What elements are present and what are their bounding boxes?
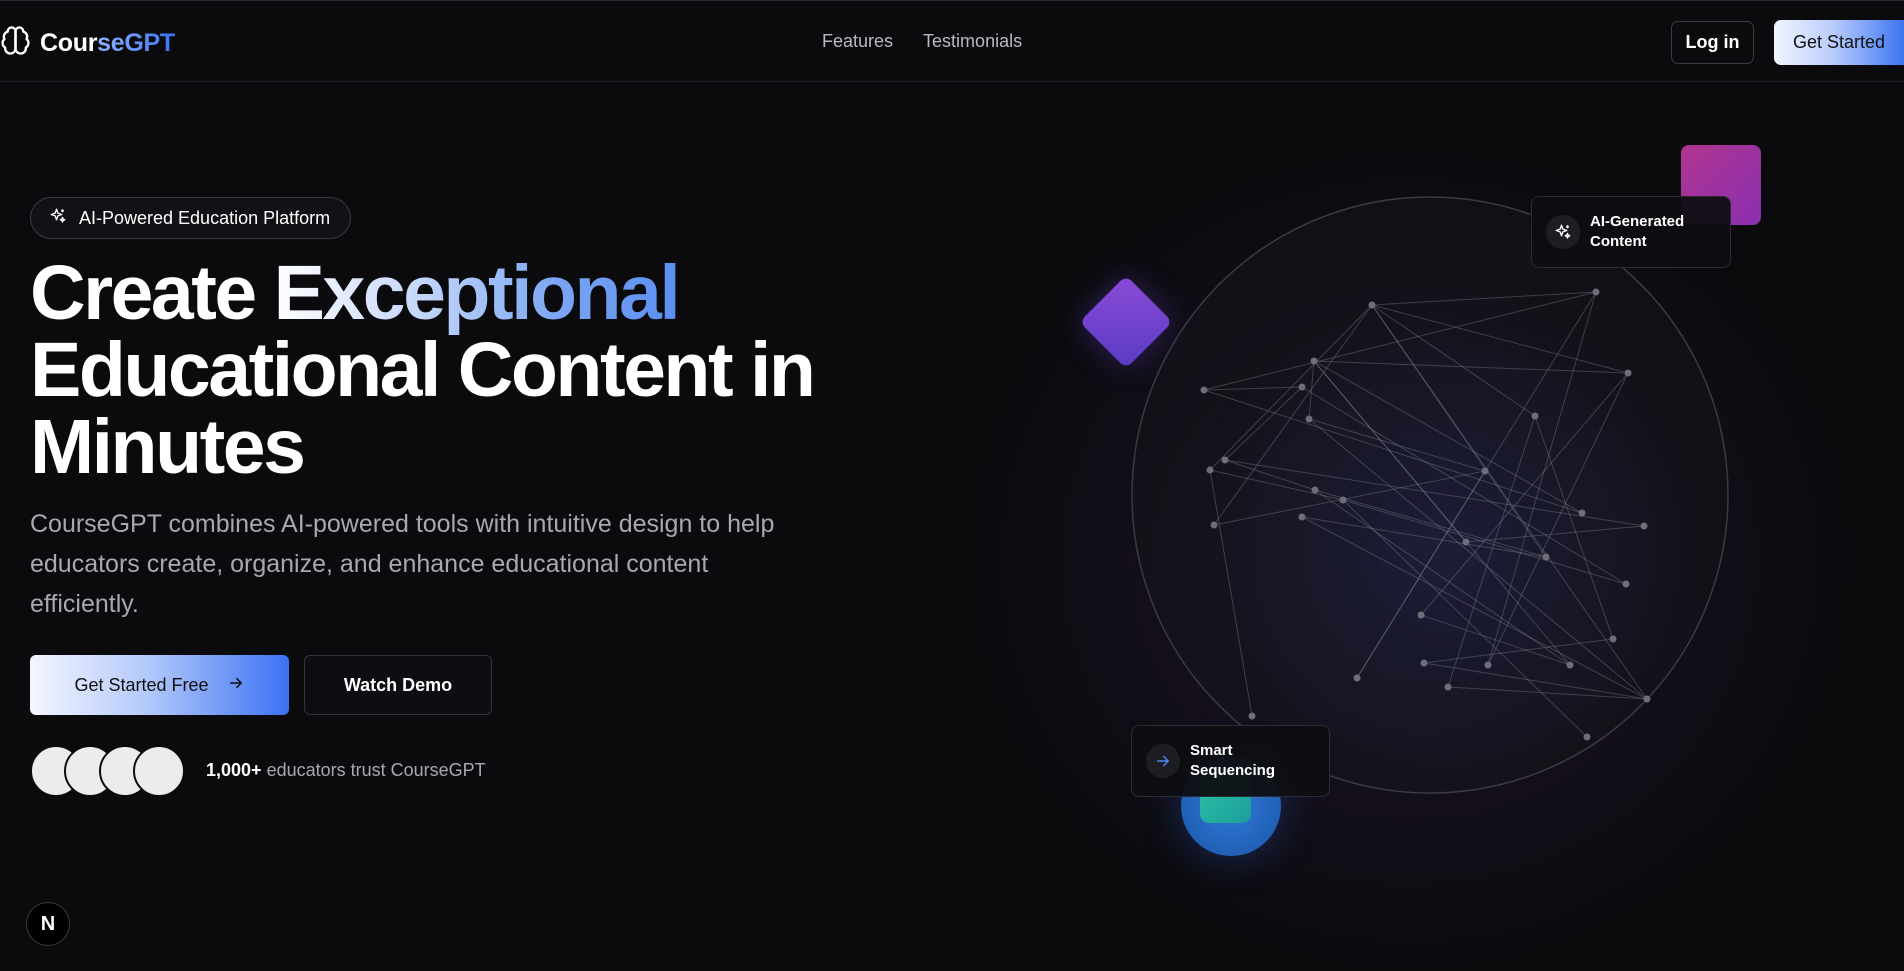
- trust-statement: 1,000+ educators trust CourseGPT: [206, 760, 486, 780]
- network-node: [1542, 553, 1550, 561]
- site-header: CourseGPT Features Testimonials Log in G…: [0, 0, 1904, 82]
- network-node: [1643, 695, 1651, 703]
- hero-headline: Create Exceptional Educational Content in…: [30, 250, 816, 490]
- network-node: [1368, 301, 1376, 309]
- platform-badge: AI-Powered Education Platform: [30, 197, 352, 239]
- watch-demo-button[interactable]: Watch Demo: [304, 655, 492, 715]
- network-node: [1444, 683, 1452, 691]
- network-node: [1624, 369, 1632, 377]
- network-node: [1484, 661, 1492, 669]
- login-button[interactable]: Log in: [1671, 21, 1754, 64]
- network-node: [1298, 383, 1306, 391]
- smart-sequencing-label: Smart Sequencing: [1190, 742, 1276, 779]
- headline-accent: Exceptional: [273, 250, 681, 336]
- network-node: [1622, 580, 1630, 588]
- sparkles-icon: [1546, 215, 1580, 249]
- network-node: [1566, 661, 1574, 669]
- network-node: [1310, 357, 1318, 365]
- network-node: [1311, 486, 1319, 494]
- network-node: [1200, 386, 1208, 394]
- hero-description: CourseGPT combines AI-powered tools with…: [30, 510, 775, 618]
- network-node: [1221, 456, 1229, 464]
- network-node: [1417, 611, 1425, 619]
- arrow-right-icon: [1146, 744, 1180, 778]
- main-nav: Features Testimonials: [822, 31, 1022, 52]
- sparkles-icon: [49, 207, 67, 230]
- nav-testimonials-link[interactable]: Testimonials: [923, 31, 1022, 52]
- network-node: [1531, 412, 1539, 420]
- network-node: [1206, 466, 1214, 474]
- network-node: [1462, 538, 1470, 546]
- network-node: [1481, 467, 1489, 475]
- smart-sequencing-card: Smart Sequencing: [1131, 725, 1330, 797]
- network-node: [1578, 509, 1586, 517]
- network-node: [1592, 288, 1600, 296]
- get-started-free-button[interactable]: Get Started Free: [30, 655, 289, 715]
- network-node: [1248, 712, 1256, 720]
- sphere-inner-glow: [1190, 270, 1700, 780]
- network-node: [1339, 496, 1347, 504]
- arrow-right-icon: [227, 674, 245, 697]
- network-node: [1609, 635, 1617, 643]
- network-node: [1353, 674, 1361, 682]
- network-node: [1583, 733, 1591, 741]
- brand-logo[interactable]: CourseGPT: [0, 25, 175, 61]
- network-node: [1420, 659, 1428, 667]
- avatar-group: [30, 745, 190, 797]
- ai-generated-content-card: AI-Generated Content: [1531, 196, 1731, 268]
- dev-tools-badge[interactable]: N: [26, 902, 70, 946]
- nav-features-link[interactable]: Features: [822, 31, 893, 52]
- network-node: [1298, 513, 1306, 521]
- ai-generated-content-label: AI-Generated Content: [1590, 213, 1685, 250]
- brand-name: CourseGPT: [40, 28, 175, 57]
- platform-badge-label: AI-Powered Education Platform: [79, 207, 331, 228]
- avatar: [133, 745, 185, 797]
- network-node: [1640, 522, 1648, 530]
- network-sphere: [1131, 196, 1729, 794]
- network-node: [1210, 521, 1218, 529]
- network-node: [1305, 415, 1313, 423]
- get-started-button[interactable]: Get Started: [1774, 20, 1904, 65]
- brain-icon: [0, 25, 31, 61]
